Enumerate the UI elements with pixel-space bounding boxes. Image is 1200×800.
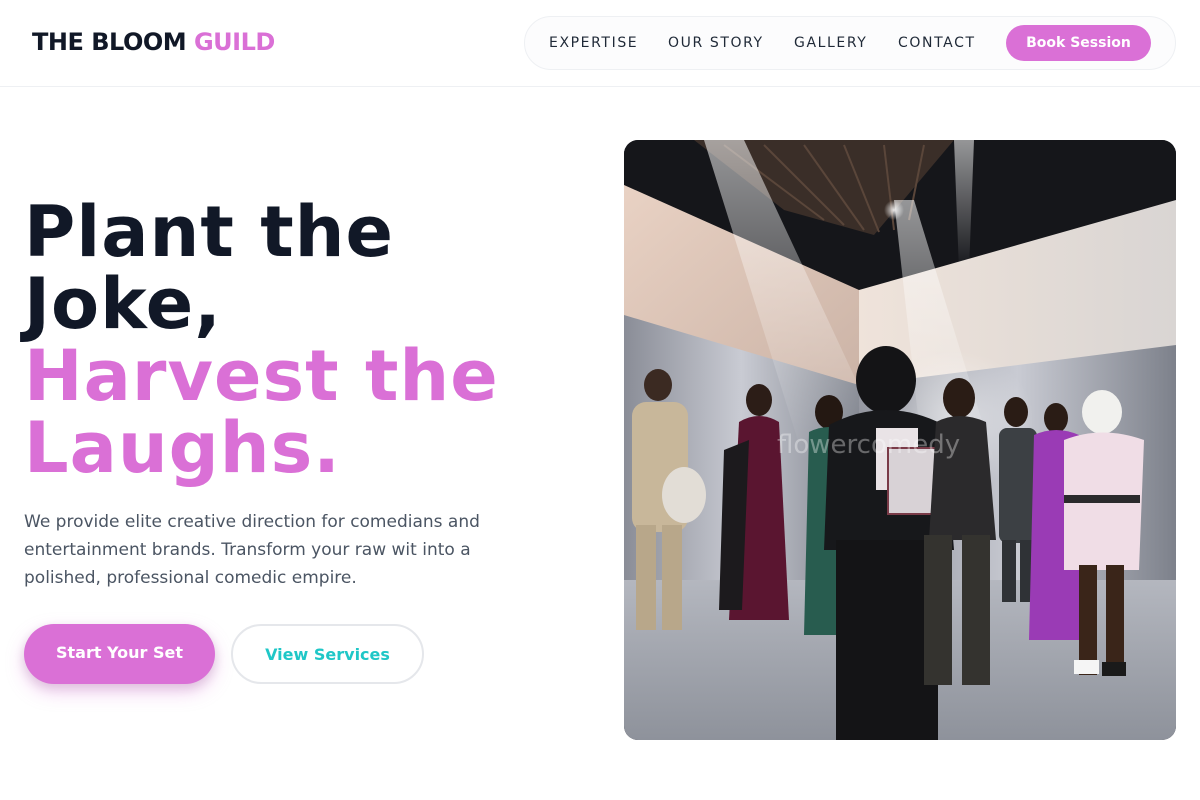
headline-line-2: Joke, — [24, 263, 222, 345]
main-nav: EXPERTISE OUR STORY GALLERY CONTACT Book… — [524, 16, 1176, 70]
headline-line-3: Harvest the — [24, 335, 499, 417]
hero-photo: flowercomedy — [624, 140, 1176, 740]
brand-name-main: THE BLOOM — [32, 28, 187, 56]
hero-headline: Plant the Joke, Harvest the Laughs. — [24, 196, 584, 484]
site-header: THE BLOOM GUILD EXPERTISE OUR STORY GALL… — [0, 0, 1200, 87]
start-your-set-button[interactable]: Start Your Set — [24, 624, 215, 684]
hero-description: We provide elite creative direction for … — [24, 512, 480, 588]
nav-link-contact[interactable]: CONTACT — [898, 35, 976, 51]
photo-watermark: flowercomedy — [777, 430, 960, 460]
brand-name-accent: GUILD — [193, 28, 275, 56]
book-session-button[interactable]: Book Session — [1006, 25, 1151, 61]
headline-line-4: Laughs. — [24, 407, 341, 489]
hero-photo-illustration: flowercomedy — [624, 140, 1176, 740]
nav-link-our-story[interactable]: OUR STORY — [668, 35, 764, 51]
nav-link-gallery[interactable]: GALLERY — [794, 35, 867, 51]
nav-link-expertise[interactable]: EXPERTISE — [549, 35, 638, 51]
headline-line-1: Plant the — [24, 191, 394, 273]
view-services-button[interactable]: View Services — [231, 624, 424, 684]
brand-logo[interactable]: THE BLOOM GUILD — [32, 28, 275, 56]
